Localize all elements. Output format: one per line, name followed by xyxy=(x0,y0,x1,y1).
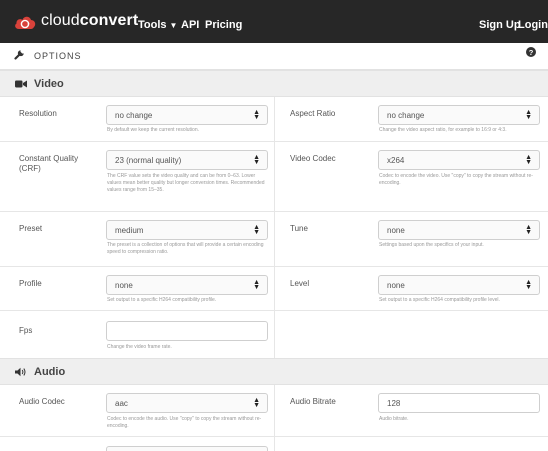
audio-next-select[interactable] xyxy=(106,446,268,451)
chevron-down-icon: ▼ xyxy=(169,21,178,30)
resolution-label: Resolution xyxy=(19,109,57,118)
select-arrows-icon: ▲ ▼ xyxy=(525,279,532,291)
options-header: OPTIONS ? xyxy=(0,43,548,70)
tune-label: Tune xyxy=(290,224,308,233)
video-codec-label: Video Codec xyxy=(290,154,336,163)
video-row-fps: Fps Change the video frame rate. xyxy=(0,311,548,358)
aspect-ratio-label: Aspect Ratio xyxy=(290,109,336,118)
video-row-resolution: Resolution no change ▲ ▼ By default we ke… xyxy=(0,97,548,142)
video-codec-help: Codec to encode the video. Use "copy" to… xyxy=(379,173,533,186)
video-row-profile: Profile none ▲ ▼ Set output to a specific… xyxy=(0,267,548,311)
audio-bitrate-input[interactable]: 128 xyxy=(378,393,540,413)
wrench-icon xyxy=(14,50,24,60)
profile-help: Set output to a specific H264 compatibil… xyxy=(107,297,217,303)
tune-select[interactable]: none ▲ ▼ xyxy=(378,220,540,240)
column-divider xyxy=(274,97,275,141)
column-divider xyxy=(274,142,275,211)
video-row-preset: Preset medium ▲ ▼ The preset is a collect… xyxy=(0,212,548,267)
column-divider xyxy=(274,385,275,436)
preset-value: medium xyxy=(115,226,144,235)
audio-codec-help: Codec to encode the audio. Use "copy" to… xyxy=(107,416,262,429)
select-arrows-icon: ▲ ▼ xyxy=(525,154,532,166)
audio-row-next xyxy=(0,437,548,451)
video-codec-value: x264 xyxy=(387,156,405,165)
resolution-help: By default we keep the current resolutio… xyxy=(107,127,199,133)
level-value: none xyxy=(387,281,405,290)
fps-input[interactable] xyxy=(106,321,268,341)
select-arrows-icon: ▲ ▼ xyxy=(253,279,260,291)
nav-signup-link[interactable]: Sign Up xyxy=(479,19,521,31)
column-divider xyxy=(274,267,275,310)
profile-label: Profile xyxy=(19,279,42,288)
aspect-ratio-select[interactable]: no change ▲ ▼ xyxy=(378,105,540,125)
level-select[interactable]: none ▲ ▼ xyxy=(378,275,540,295)
fps-label: Fps xyxy=(19,326,33,335)
video-codec-select[interactable]: x264 ▲ ▼ xyxy=(378,150,540,170)
crf-select[interactable]: 23 (normal quality) ▲ ▼ xyxy=(106,150,268,170)
column-divider xyxy=(274,311,275,358)
svg-text:?: ? xyxy=(529,48,534,57)
select-arrows-icon: ▲ ▼ xyxy=(253,154,260,166)
audio-bitrate-help: Audio bitrate. xyxy=(379,416,409,422)
resolution-value: no change xyxy=(115,111,153,120)
cloudconvert-logo-icon[interactable] xyxy=(13,12,37,32)
audio-row-codec: Audio Codec aac ▲ ▼ Codec to encode the a… xyxy=(0,385,548,437)
nav-pricing-link[interactable]: Pricing xyxy=(205,19,242,31)
video-section-header: Video xyxy=(0,70,548,97)
crf-help: The CRF value sets the video quality and… xyxy=(107,173,265,193)
aspect-ratio-help: Change the video aspect ratio, for examp… xyxy=(379,127,507,133)
audio-codec-label: Audio Codec xyxy=(19,397,65,406)
options-title: OPTIONS xyxy=(34,51,82,61)
audio-section-header: Audio xyxy=(0,358,548,385)
video-section-title: Video xyxy=(34,78,64,90)
video-row-crf: Constant Quality (CRF) 23 (normal qualit… xyxy=(0,142,548,212)
audio-bitrate-label: Audio Bitrate xyxy=(290,397,336,406)
nav-login-link[interactable]: Login xyxy=(518,19,548,31)
crf-label: Constant Quality (CRF) xyxy=(19,154,79,173)
level-label: Level xyxy=(290,279,310,288)
video-camera-icon xyxy=(15,80,27,88)
level-help: Set output to a specific H264 compatibil… xyxy=(379,297,500,303)
column-divider xyxy=(274,437,275,451)
audio-section-title: Audio xyxy=(34,366,66,378)
resolution-select[interactable]: no change ▲ ▼ xyxy=(106,105,268,125)
tune-value: none xyxy=(387,226,405,235)
select-arrows-icon: ▲ ▼ xyxy=(253,224,260,236)
audio-codec-select[interactable]: aac ▲ ▼ xyxy=(106,393,268,413)
select-arrows-icon: ▲ ▼ xyxy=(525,224,532,236)
select-arrows-icon: ▲ ▼ xyxy=(253,397,260,409)
profile-value: none xyxy=(115,281,133,290)
nav-api-link[interactable]: API xyxy=(181,19,199,31)
volume-icon xyxy=(15,367,26,377)
column-divider xyxy=(274,212,275,266)
preset-help: The preset is a collection of options th… xyxy=(107,242,264,255)
preset-select[interactable]: medium ▲ ▼ xyxy=(106,220,268,240)
preset-label: Preset xyxy=(19,224,43,233)
audio-codec-value: aac xyxy=(115,399,128,408)
fps-help: Change the video frame rate. xyxy=(107,344,172,350)
nav-tools-menu[interactable]: Tools ▼ xyxy=(138,19,177,31)
top-navbar: cloudconvert Tools ▼ API Pricing Sign Up … xyxy=(0,0,548,43)
select-arrows-icon: ▲ ▼ xyxy=(525,109,532,121)
crf-value: 23 (normal quality) xyxy=(115,156,182,165)
brand-name[interactable]: cloudconvert xyxy=(41,12,138,30)
question-circle-icon[interactable]: ? xyxy=(526,47,536,57)
select-arrows-icon: ▲ ▼ xyxy=(253,109,260,121)
audio-bitrate-value: 128 xyxy=(387,399,401,408)
tune-help: Settings based upon the specifics of you… xyxy=(379,242,484,248)
aspect-ratio-value: no change xyxy=(387,111,425,120)
profile-select[interactable]: none ▲ ▼ xyxy=(106,275,268,295)
